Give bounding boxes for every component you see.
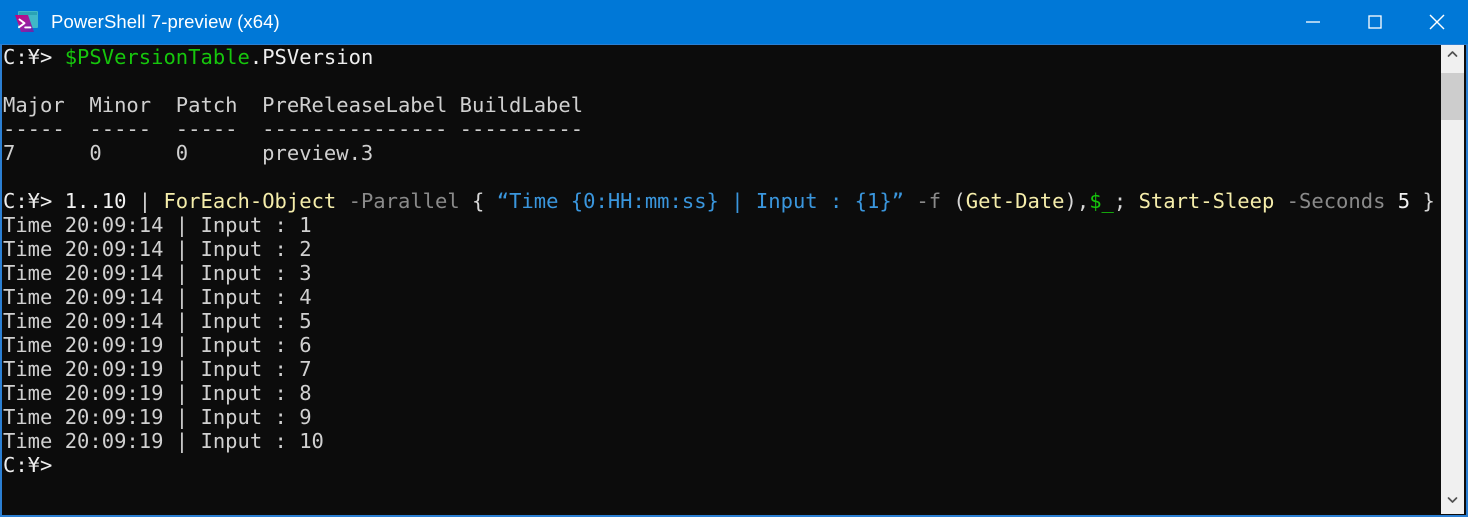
console-line: Time 20:09:14 | Input : 4 <box>2 285 1442 309</box>
console-line: Time 20:09:19 | Input : 6 <box>2 333 1442 357</box>
console-line <box>2 69 1442 93</box>
console-segment: { <box>472 189 485 213</box>
console-segment: Start-Sleep <box>1138 189 1275 213</box>
console-line: C:¥> <box>2 453 1442 477</box>
console-segment: Time 20:09:19 | Input : 6 <box>3 333 312 357</box>
console-segment: Time 20:09:14 | Input : 5 <box>3 309 312 333</box>
close-icon <box>1425 10 1449 34</box>
console-segment: -Parallel <box>348 189 460 213</box>
console-segment <box>3 165 15 189</box>
console-segment: Time 20:09:14 | Input : 4 <box>3 285 312 309</box>
console-segment: Time 20:09:14 | Input : 1 <box>3 213 312 237</box>
console-line: ----- ----- ----- --------------- ------… <box>2 117 1442 141</box>
console-segment: 7 0 0 preview.3 <box>3 141 374 165</box>
title-bar[interactable]: PowerShell 7-preview (x64) <box>0 0 1468 44</box>
console-line: Time 20:09:14 | Input : 2 <box>2 237 1442 261</box>
console-segment: Time 20:09:19 | Input : 8 <box>3 381 312 405</box>
console-segment: $PSVersionTable <box>64 45 250 69</box>
console-segment: Get-Date <box>965 189 1065 213</box>
close-button[interactable] <box>1406 0 1468 44</box>
minimize-button[interactable] <box>1282 0 1344 44</box>
window-title: PowerShell 7-preview (x64) <box>51 11 280 32</box>
console-line: C:¥> $PSVersionTable.PSVersion <box>2 45 1442 69</box>
console-segment: Time 20:09:19 | Input : 10 <box>3 429 324 453</box>
console-line: Time 20:09:19 | Input : 8 <box>2 381 1442 405</box>
console-line: C:¥> 1..10 | ForEach-Object -Parallel { … <box>2 189 1442 213</box>
console-segment: C:¥> <box>3 453 53 477</box>
console-segment: 1..10 <box>64 189 127 213</box>
console-segment: .PSVersion <box>249 45 374 69</box>
console-client-area[interactable]: C:¥> $PSVersionTable.PSVersion Major Min… <box>0 44 1468 517</box>
console-segment: ( <box>953 189 966 213</box>
console-segment: Time 20:09:19 | Input : 9 <box>3 405 312 429</box>
vertical-scrollbar[interactable] <box>1441 45 1464 514</box>
console-segment <box>336 189 348 213</box>
maximize-icon <box>1364 11 1386 33</box>
console-segment: ; <box>1113 189 1127 213</box>
scrollbar-thumb[interactable] <box>1441 73 1464 120</box>
console-segment <box>484 189 496 213</box>
console-segment <box>1385 189 1397 213</box>
console-segment: C:¥> <box>3 189 65 213</box>
console-segment <box>151 189 163 213</box>
console-segment <box>941 189 953 213</box>
console-segment: Time 20:09:14 | Input : 2 <box>3 237 312 261</box>
console-line: Time 20:09:14 | Input : 1 <box>2 213 1442 237</box>
console-segment <box>460 189 472 213</box>
chevron-down-icon <box>1446 493 1459 511</box>
console-segment: -Seconds <box>1286 189 1386 213</box>
console-segment: ----- ----- ----- --------------- ------… <box>3 117 584 141</box>
scroll-up-button[interactable] <box>1441 45 1464 69</box>
console-segment <box>3 69 15 93</box>
console-line: 7 0 0 preview.3 <box>2 141 1442 165</box>
console-segment: ) <box>1064 189 1077 213</box>
console-segment: | <box>138 189 152 213</box>
console-line: Time 20:09:14 | Input : 5 <box>2 309 1442 333</box>
console-segment: } <box>1422 189 1435 213</box>
console-segment <box>126 189 138 213</box>
console-segment: C:¥> <box>3 45 65 69</box>
console-line: Time 20:09:19 | Input : 10 <box>2 429 1442 453</box>
console-line: Time 20:09:19 | Input : 7 <box>2 357 1442 381</box>
console-segment <box>904 189 916 213</box>
scroll-down-button[interactable] <box>1441 490 1464 514</box>
console-segment: $_ <box>1089 189 1114 213</box>
console-segment: Major Minor Patch PreReleaseLabel BuildL… <box>3 93 584 117</box>
console-segment: -f <box>916 189 942 213</box>
console-line: Time 20:09:14 | Input : 3 <box>2 261 1442 285</box>
console-segment: 5 <box>1397 189 1411 213</box>
console-line: Time 20:09:19 | Input : 9 <box>2 405 1442 429</box>
minimize-icon <box>1302 11 1324 33</box>
console-segment <box>1410 189 1422 213</box>
console-segment <box>1274 189 1286 213</box>
console-segment <box>1126 189 1138 213</box>
console-segment: Time 20:09:19 | Input : 7 <box>3 357 312 381</box>
console-segment: Time 20:09:14 | Input : 3 <box>3 261 312 285</box>
console-segment: , <box>1076 189 1090 213</box>
maximize-button[interactable] <box>1344 0 1406 44</box>
console-segment: “Time {0:HH:mm:ss} | Input : {1}” <box>496 189 905 213</box>
console-output[interactable]: C:¥> $PSVersionTable.PSVersion Major Min… <box>2 45 1442 514</box>
scrollbar-track[interactable] <box>1441 69 1464 490</box>
console-segment: ForEach-Object <box>163 189 337 213</box>
powershell-window: PowerShell 7-preview (x64) C:¥> $PSVersi… <box>0 0 1468 517</box>
console-line: Major Minor Patch PreReleaseLabel BuildL… <box>2 93 1442 117</box>
chevron-up-icon <box>1446 48 1459 66</box>
powershell-icon <box>14 9 40 35</box>
console-line <box>2 165 1442 189</box>
